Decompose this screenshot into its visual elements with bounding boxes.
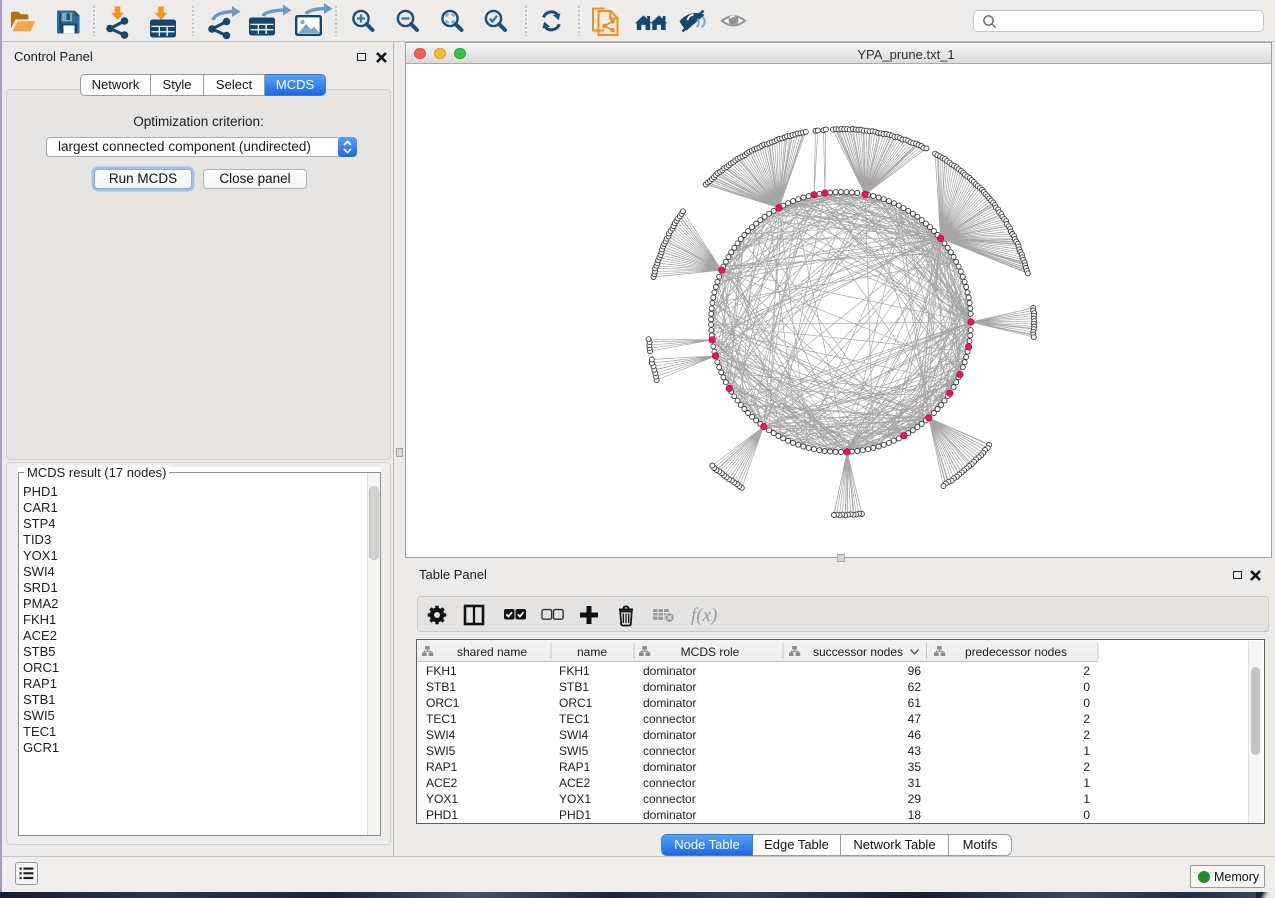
svg-text:f(x): f(x) <box>691 605 717 626</box>
